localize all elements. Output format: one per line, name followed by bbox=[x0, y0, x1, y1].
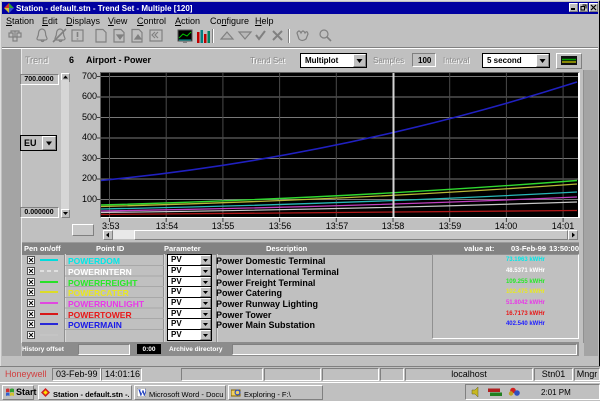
svg-text:W: W bbox=[138, 388, 146, 397]
